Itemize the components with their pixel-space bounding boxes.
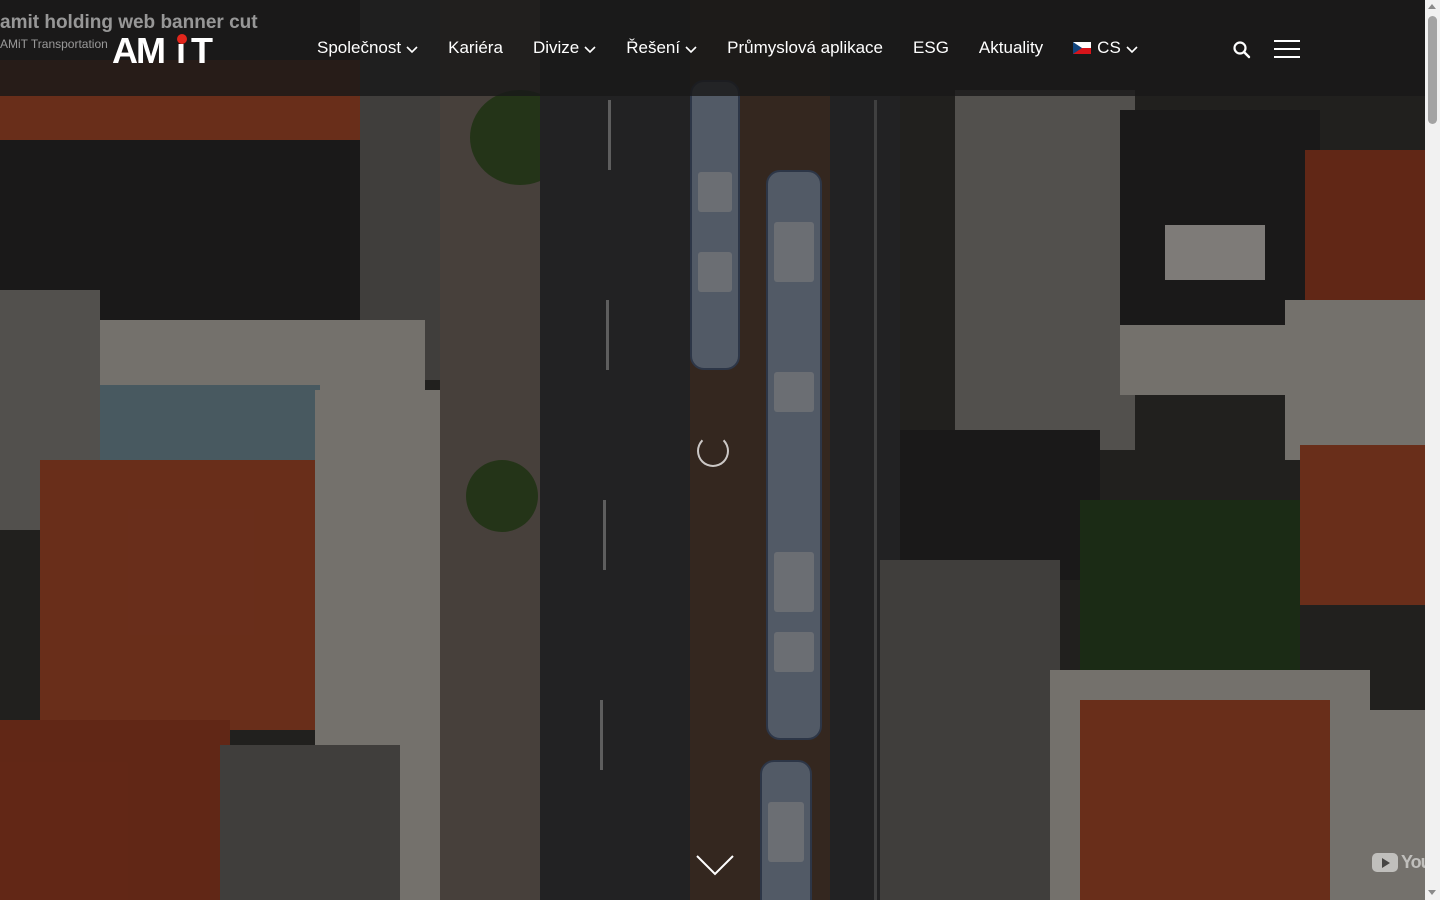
nav-item-prumyslova-aplikace[interactable]: Průmyslová aplikace: [727, 38, 883, 58]
main-nav: Společnost Kariéra Divize Řešení Průmysl…: [317, 38, 1168, 58]
nav-label: Kariéra: [448, 38, 503, 57]
chevron-down-icon[interactable]: [695, 852, 735, 878]
hero-video[interactable]: You: [0, 0, 1425, 900]
amit-logo[interactable]: AM ı T: [112, 30, 224, 66]
nav-item-reseni[interactable]: Řešení: [626, 38, 697, 58]
page-scrollbar[interactable]: [1425, 0, 1440, 900]
youtube-label: You: [1401, 852, 1425, 872]
nav-label: Divize: [532, 38, 580, 57]
language-code: CS: [1097, 38, 1121, 57]
nav-label: Společnost: [317, 38, 402, 57]
chevron-down-icon: [685, 45, 697, 53]
youtube-play-icon: [1372, 853, 1398, 872]
hamburger-menu-icon[interactable]: [1274, 40, 1300, 59]
nav-label: Řešení: [626, 38, 681, 57]
scroll-up-arrow-icon[interactable]: [1428, 4, 1436, 9]
nav-label: Průmyslová aplikace: [727, 38, 884, 57]
chevron-down-icon: [406, 45, 418, 53]
chevron-down-icon: [1126, 45, 1138, 53]
nav-label: Aktuality: [978, 38, 1044, 57]
scroll-down-arrow-icon[interactable]: [1428, 890, 1436, 895]
search-icon[interactable]: [1232, 40, 1252, 60]
language-switcher[interactable]: CS: [1073, 38, 1138, 58]
nav-label: ESG: [913, 38, 949, 57]
scrollbar-thumb[interactable]: [1428, 16, 1437, 124]
czech-flag-icon: [1073, 42, 1092, 54]
chevron-down-icon: [584, 45, 596, 53]
nav-item-aktuality[interactable]: Aktuality: [979, 38, 1043, 58]
video-title[interactable]: amit holding web banner cut: [0, 12, 258, 34]
nav-item-esg[interactable]: ESG: [913, 38, 949, 58]
video-channel[interactable]: AMiT Transportation: [0, 37, 108, 51]
loading-spinner-icon: [697, 435, 729, 467]
nav-item-divize[interactable]: Divize: [533, 38, 596, 58]
youtube-logo[interactable]: You: [1372, 852, 1425, 873]
svg-text:T: T: [191, 30, 213, 66]
nav-item-kariera[interactable]: Kariéra: [448, 38, 503, 58]
nav-item-spolecnost[interactable]: Společnost: [317, 38, 418, 58]
svg-text:AM: AM: [112, 30, 164, 66]
